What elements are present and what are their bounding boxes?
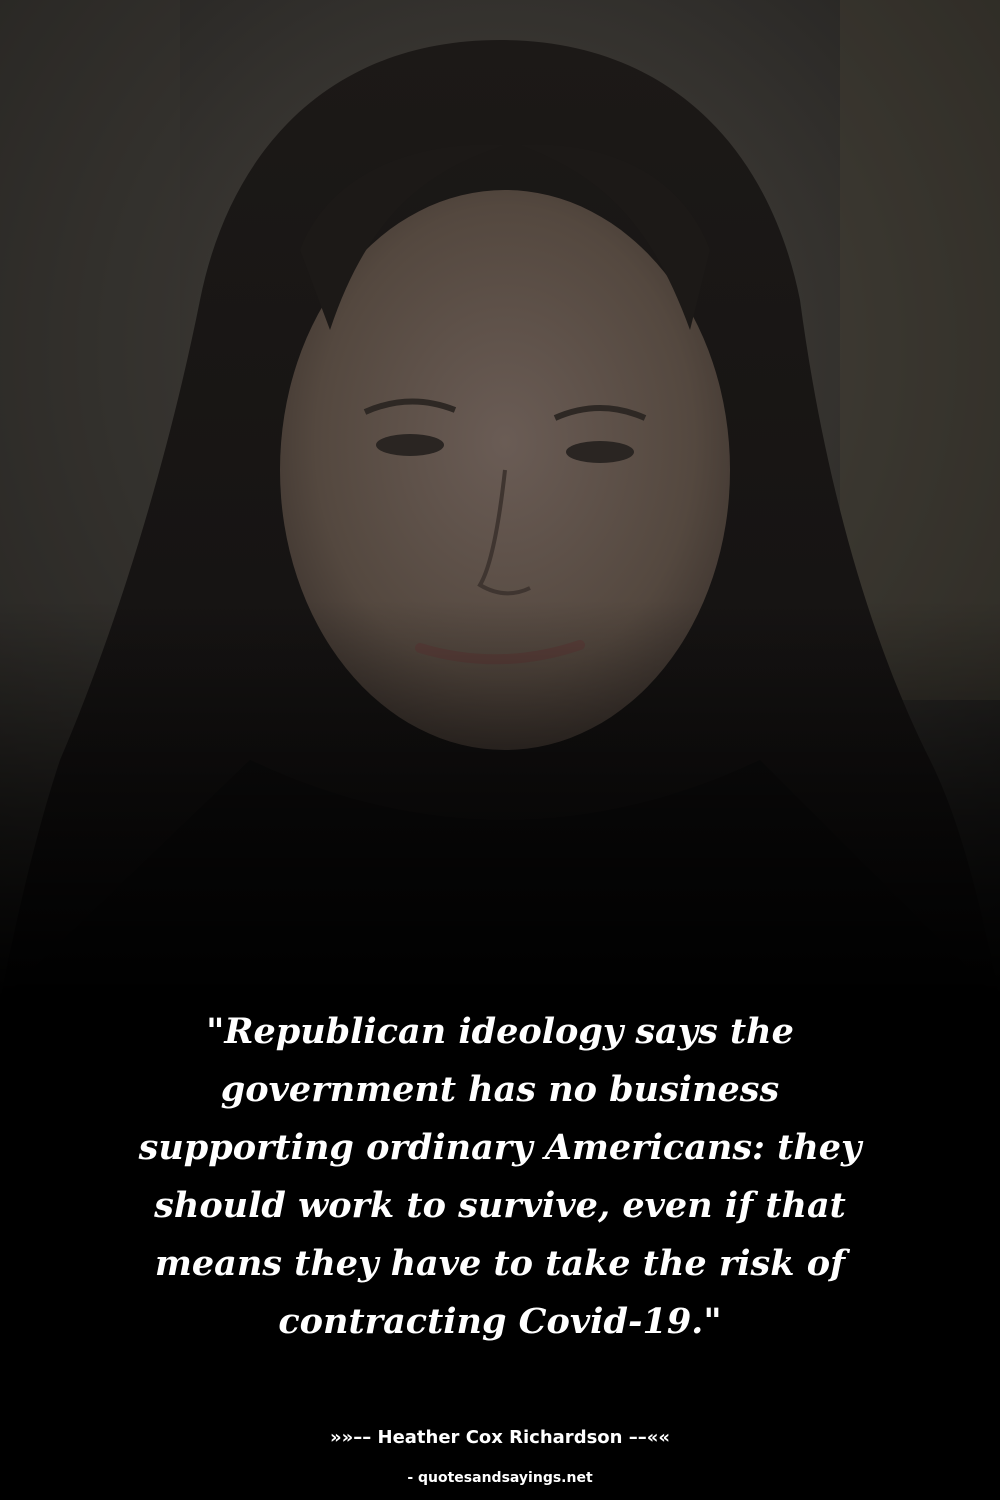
source-watermark: - quotesandsayings.net xyxy=(407,1470,593,1486)
quote-line: "Republican ideology says the xyxy=(206,1011,794,1052)
bottom-fade-overlay xyxy=(0,0,1000,1000)
quote-line: means they have to take the risk of xyxy=(154,1243,846,1284)
quote-line: contracting Covid-19." xyxy=(278,1301,722,1342)
quote-line: government has no business xyxy=(220,1069,780,1110)
quote-text: "Republican ideology says the government … xyxy=(90,1003,910,1351)
quote-line: should work to survive, even if that xyxy=(154,1185,846,1226)
quote-poster: "Republican ideology says the government … xyxy=(0,0,1000,1500)
quote-author: »»–– Heather Cox Richardson ––«« xyxy=(329,1427,670,1448)
quote-line: supporting ordinary Americans: they xyxy=(138,1127,862,1168)
